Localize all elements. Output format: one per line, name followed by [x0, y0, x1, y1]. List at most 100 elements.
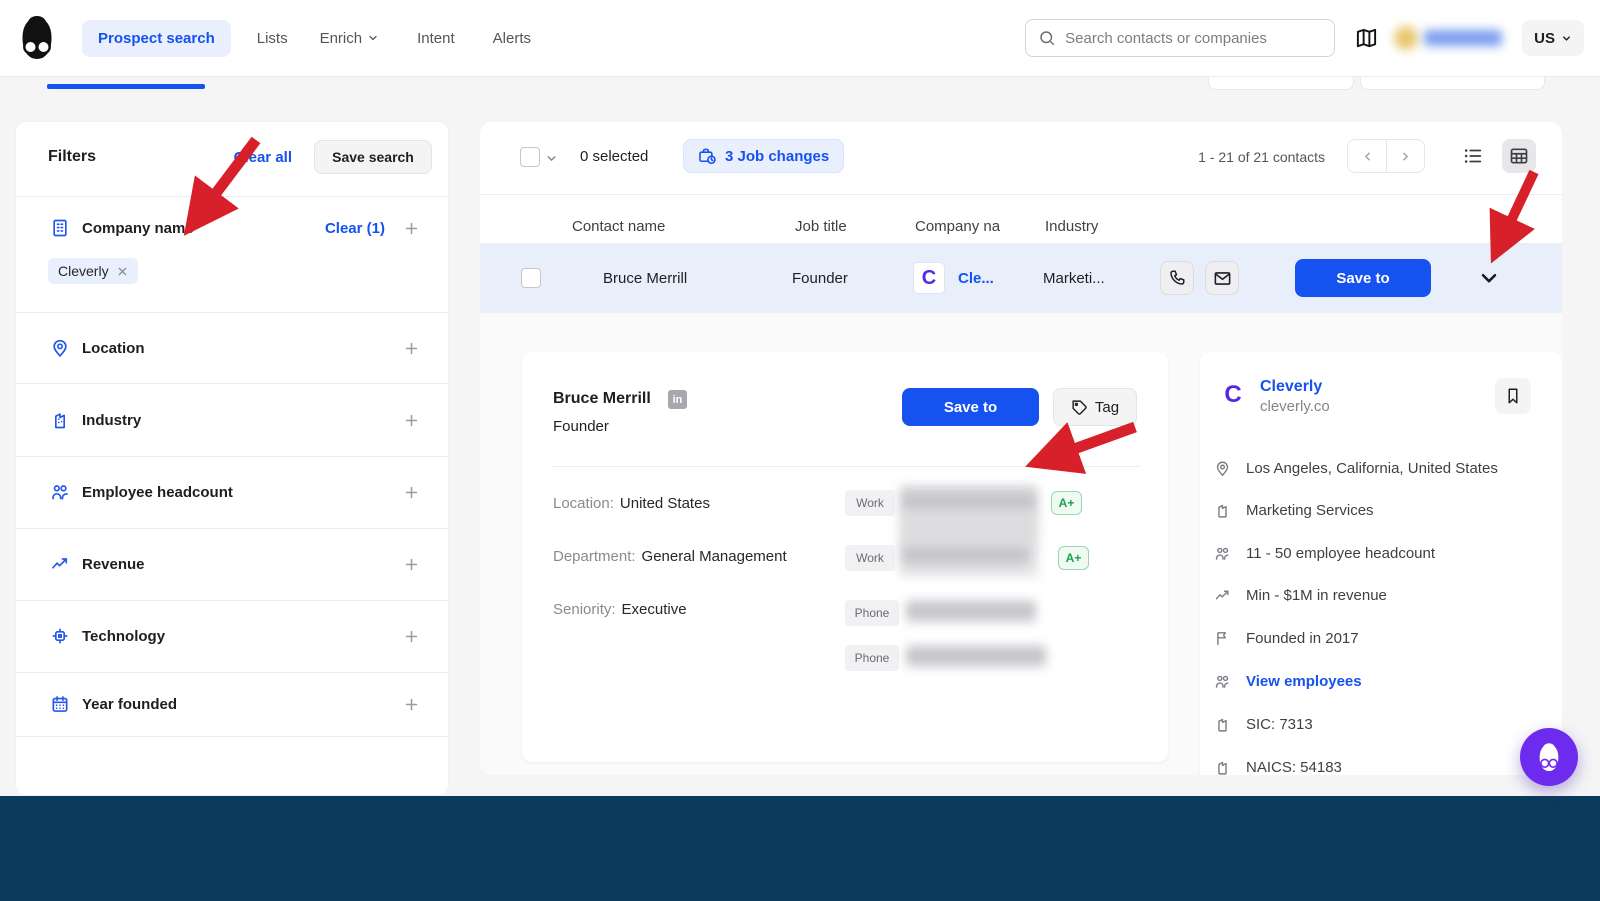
nav-enrich[interactable]: Enrich: [320, 30, 380, 47]
sidebar-item-year-founded[interactable]: Year founded: [49, 690, 420, 718]
filter-label: Year founded: [82, 695, 178, 713]
industry-building-icon: [1214, 759, 1231, 776]
chevron-down-icon: [1561, 33, 1572, 44]
active-tab-underline: [47, 84, 205, 89]
global-search[interactable]: [1025, 19, 1336, 57]
field-location: Location: United States: [553, 495, 710, 512]
nav-prospect-search[interactable]: Prospect search: [82, 19, 231, 57]
filters-title: Filters: [48, 148, 97, 165]
company-name-link[interactable]: Cleverly: [1260, 378, 1322, 396]
tag-icon: [1071, 399, 1088, 416]
filter-company-name-label: Company name: [82, 219, 194, 237]
save-search-button[interactable]: Save search: [314, 140, 432, 174]
industry-building-icon: [1214, 502, 1231, 519]
work-email-type: Work: [845, 545, 895, 571]
clear-all-link[interactable]: Clear all: [234, 149, 292, 166]
credits-badge-blurred: [1394, 24, 1506, 52]
job-changes-button[interactable]: 3 Job changes: [683, 139, 845, 173]
redacted-phone: [906, 645, 1046, 668]
company-attr-location: Los Angeles, California, United States: [1214, 456, 1498, 480]
assistant-fab[interactable]: [1520, 728, 1578, 786]
add-year-founded-filter-icon[interactable]: [403, 696, 420, 713]
field-seniority: Seniority: Executive: [553, 601, 687, 618]
sidebar-item-industry[interactable]: Industry: [49, 406, 420, 434]
email-grade-badge: A+: [1051, 491, 1082, 515]
prev-page-button[interactable]: [1348, 140, 1386, 172]
list-view-button[interactable]: [1456, 139, 1490, 173]
view-employees-link[interactable]: View employees: [1214, 669, 1362, 693]
phone-icon[interactable]: [1160, 261, 1194, 295]
company-filter-chip[interactable]: Cleverly: [48, 258, 138, 284]
chevron-down-icon: [367, 32, 379, 44]
phone-type: Phone: [845, 600, 899, 626]
collapse-row-chevron-icon[interactable]: [1478, 267, 1500, 289]
row-checkbox[interactable]: [521, 268, 541, 288]
column-company-name[interactable]: Company na: [915, 218, 1000, 235]
grid-view-button[interactable]: [1502, 139, 1536, 173]
column-contact-name[interactable]: Contact name: [572, 218, 665, 235]
people-icon: [1214, 673, 1231, 690]
nav-intent[interactable]: Intent: [417, 30, 455, 47]
column-industry[interactable]: Industry: [1045, 218, 1098, 235]
industry-building-icon: [1214, 716, 1231, 733]
clear-company-filter-link[interactable]: Clear (1): [325, 220, 385, 237]
company-attr-revenue: Min - $1M in revenue: [1214, 583, 1387, 607]
next-page-button[interactable]: [1386, 140, 1424, 172]
sidebar-item-technology[interactable]: Technology: [49, 622, 420, 650]
company-attr-founded: Founded in 2017: [1214, 626, 1359, 650]
pagination: [1347, 139, 1425, 173]
column-job-title[interactable]: Job title: [795, 218, 847, 235]
prospect-search-app: Prospect search Lists Enrich Intent Aler…: [0, 0, 1600, 901]
people-icon: [49, 482, 71, 502]
company-attr-sic: SIC: 7313: [1214, 712, 1313, 736]
filters-panel: Filters Clear all Save search Company na…: [16, 122, 448, 795]
company-attr-naics: NAICS: 54183: [1214, 755, 1342, 775]
search-icon: [1038, 29, 1056, 47]
company-attr-industry: Marketing Services: [1214, 498, 1374, 522]
field-department: Department: General Management: [553, 548, 787, 565]
company-website[interactable]: cleverly.co: [1260, 398, 1330, 415]
people-icon: [1214, 545, 1231, 562]
briefcase-clock-icon: [698, 147, 717, 166]
nav-lists[interactable]: Lists: [257, 30, 288, 47]
top-nav: Prospect search Lists Enrich Intent Aler…: [0, 0, 1600, 77]
results-panel: 0 selected 3 Job changes 1 - 21 of 21 co…: [480, 122, 1562, 775]
nav-alerts[interactable]: Alerts: [493, 30, 531, 47]
select-all-checkbox[interactable]: [520, 147, 540, 167]
add-revenue-filter-icon[interactable]: [403, 556, 420, 573]
add-company-filter-icon[interactable]: [403, 220, 420, 237]
add-headcount-filter-icon[interactable]: [403, 484, 420, 501]
table-row[interactable]: Bruce Merrill Founder C Cle... Marketi..…: [480, 243, 1562, 313]
sidebar-item-revenue[interactable]: Revenue: [49, 550, 420, 578]
linkedin-icon[interactable]: in: [668, 390, 687, 409]
detail-job-title: Founder: [553, 418, 609, 435]
detail-save-to-button[interactable]: Save to: [902, 388, 1039, 426]
sidebar-item-location[interactable]: Location: [49, 334, 420, 362]
region-selector[interactable]: US: [1522, 20, 1584, 56]
bookmark-button[interactable]: [1495, 378, 1531, 414]
select-dropdown-chevron-icon[interactable]: [545, 152, 558, 165]
tag-button[interactable]: Tag: [1053, 388, 1137, 426]
redacted-work-email: [902, 489, 1035, 515]
remove-chip-icon[interactable]: [117, 266, 128, 277]
search-input[interactable]: [1065, 29, 1323, 47]
row-save-to-button[interactable]: Save to: [1295, 259, 1431, 297]
company-logo: C: [914, 263, 944, 293]
add-industry-filter-icon[interactable]: [403, 412, 420, 429]
company-panel: C Cleverly cleverly.co Los Angeles, Cali…: [1200, 352, 1562, 775]
sidebar-item-employee-headcount[interactable]: Employee headcount: [49, 478, 420, 506]
map-icon[interactable]: [1355, 27, 1378, 50]
chip-icon: [49, 626, 71, 646]
email-icon[interactable]: [1205, 261, 1239, 295]
filter-label: Industry: [82, 411, 142, 429]
add-technology-filter-icon[interactable]: [403, 628, 420, 645]
brand-owl-logo-icon[interactable]: [16, 13, 58, 63]
trend-up-icon: [49, 554, 71, 574]
industry-building-icon: [49, 410, 71, 430]
row-contact-name[interactable]: Bruce Merrill: [603, 270, 687, 287]
filter-label: Employee headcount: [82, 483, 233, 501]
table-header: Contact name Job title Company na Indust…: [480, 194, 1562, 243]
row-company-link[interactable]: Cle...: [958, 270, 994, 287]
add-location-filter-icon[interactable]: [403, 340, 420, 357]
flag-icon: [1214, 630, 1231, 647]
